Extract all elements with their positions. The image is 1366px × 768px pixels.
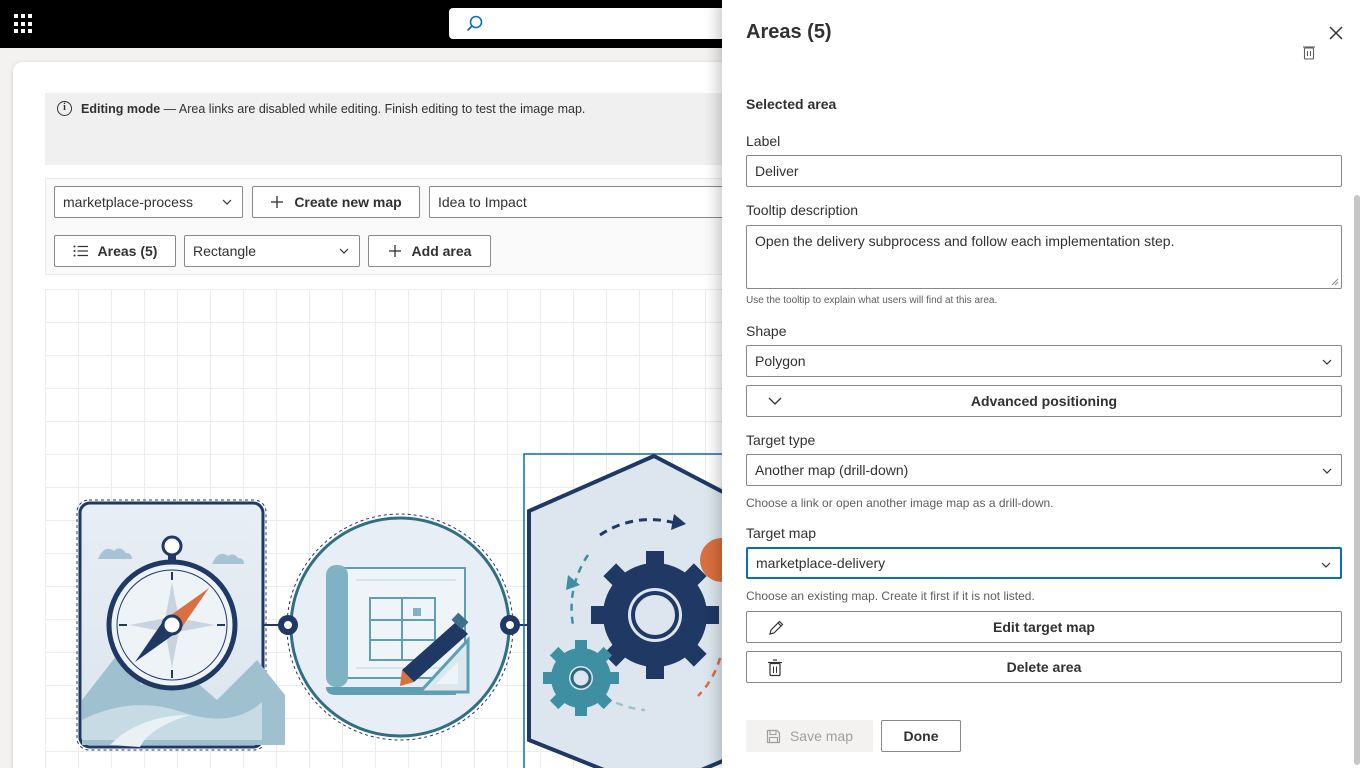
- target-type-hint: Choose a link or open another image map …: [746, 496, 1054, 510]
- shape-dropdown-value: Polygon: [755, 353, 806, 369]
- create-new-map-label: Create new map: [294, 194, 402, 210]
- save-map-label: Save map: [789, 728, 854, 744]
- waffle-icon[interactable]: [14, 14, 34, 34]
- chevron-down-icon: [222, 199, 232, 205]
- tooltip-textarea[interactable]: Open the delivery subprocess and follow …: [746, 225, 1342, 289]
- editing-banner: i Editing mode — Area links are disabled…: [45, 93, 745, 165]
- map-title-input[interactable]: Idea to Impact: [429, 186, 729, 218]
- process-illustration: [76, 453, 745, 768]
- chevron-down-icon: [339, 248, 349, 254]
- map-select[interactable]: marketplace-process: [54, 186, 243, 218]
- tooltip-hint: Use the tooltip to explain what users wi…: [746, 295, 998, 306]
- label-input[interactable]: Deliver: [746, 155, 1342, 187]
- add-area-label: Add area: [411, 243, 472, 259]
- area-compass[interactable]: [76, 499, 285, 751]
- advanced-positioning-toggle[interactable]: Advanced positioning: [746, 385, 1342, 417]
- delete-area-label: Delete area: [1006, 659, 1082, 675]
- target-type-value: Another map (drill-down): [755, 462, 909, 478]
- target-map-value: marketplace-delivery: [756, 555, 886, 571]
- map-title-value: Idea to Impact: [438, 194, 527, 210]
- search-icon: [466, 15, 483, 32]
- chevron-down-icon: [1322, 359, 1332, 365]
- label-heading: Label: [746, 133, 781, 149]
- resize-grip-icon[interactable]: [1331, 278, 1339, 286]
- panel-scrollbar[interactable]: [1354, 195, 1360, 765]
- advanced-positioning-label: Advanced positioning: [970, 393, 1118, 409]
- shape-select-value: Rectangle: [193, 243, 257, 259]
- selected-area-heading: Selected area: [746, 96, 837, 112]
- target-type-heading: Target type: [746, 432, 816, 448]
- create-new-map-button[interactable]: Create new map: [252, 186, 420, 218]
- tooltip-heading: Tooltip description: [746, 202, 859, 218]
- shape-select[interactable]: Rectangle: [184, 235, 360, 267]
- add-area-button[interactable]: Add area: [368, 235, 491, 267]
- edit-target-map-button[interactable]: Edit target map: [746, 611, 1342, 643]
- save-map-button[interactable]: Save map: [746, 720, 873, 752]
- target-map-heading: Target map: [746, 525, 817, 541]
- search-box[interactable]: [449, 8, 769, 39]
- banner-message: — Area links are disabled while editing.…: [160, 102, 586, 116]
- done-button[interactable]: Done: [881, 720, 961, 752]
- close-icon[interactable]: [1327, 24, 1345, 42]
- panel-title: Areas (5): [746, 21, 832, 43]
- target-type-dropdown[interactable]: Another map (drill-down): [746, 454, 1342, 486]
- plus-icon: [271, 196, 284, 208]
- areas-button[interactable]: Areas (5): [54, 235, 176, 267]
- banner-text: Editing mode — Area links are disabled w…: [81, 102, 585, 116]
- list-icon: [73, 245, 88, 257]
- areas-button-label: Areas (5): [97, 243, 158, 259]
- trash-icon: [768, 659, 782, 677]
- plus-icon: [388, 245, 401, 257]
- area-blueprint[interactable]: [286, 513, 514, 741]
- target-map-hint: Choose an existing map. Create it first …: [746, 589, 1035, 603]
- map-select-value: marketplace-process: [63, 194, 193, 210]
- target-map-dropdown[interactable]: marketplace-delivery: [746, 547, 1342, 579]
- chevron-down-icon: [1322, 468, 1332, 474]
- shape-heading: Shape: [746, 323, 787, 339]
- image-map-canvas[interactable]: [45, 289, 745, 768]
- chevron-down-icon: [768, 397, 782, 405]
- trash-icon[interactable]: [1302, 44, 1316, 60]
- tooltip-value: Open the delivery subprocess and follow …: [755, 233, 1175, 249]
- edit-target-map-label: Edit target map: [993, 619, 1095, 635]
- areas-panel: Areas (5) Selected area Label Deliver To…: [722, 0, 1366, 768]
- info-icon: i: [57, 101, 72, 116]
- chevron-down-icon: [1321, 562, 1331, 568]
- done-label: Done: [903, 728, 939, 744]
- pencil-icon: [769, 620, 784, 635]
- label-input-value: Deliver: [755, 163, 799, 179]
- save-icon: [766, 729, 781, 743]
- area-deliver[interactable]: [523, 453, 745, 768]
- delete-area-button[interactable]: Delete area: [746, 651, 1342, 683]
- banner-mode-label: Editing mode: [81, 102, 161, 116]
- shape-dropdown[interactable]: Polygon: [746, 345, 1342, 377]
